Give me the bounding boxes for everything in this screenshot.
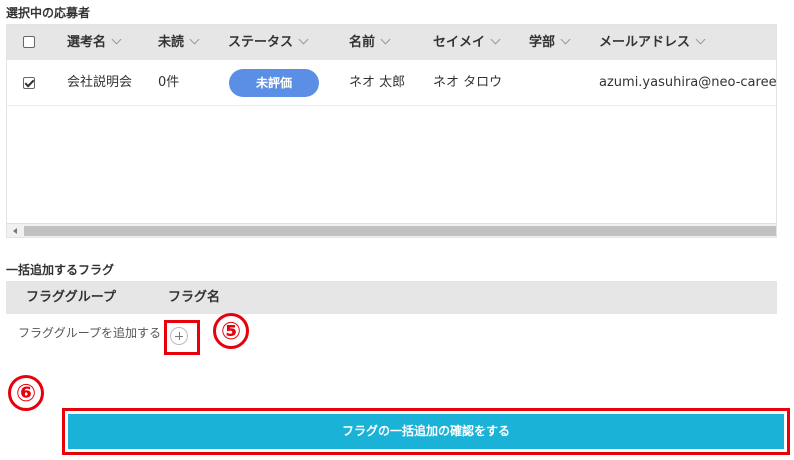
chevron-down-icon xyxy=(560,34,571,45)
cell-unread: 0件 xyxy=(158,75,180,90)
chevron-down-icon xyxy=(298,34,309,45)
chevron-down-icon xyxy=(695,34,706,45)
flags-table-header: フラググループ フラグ名 xyxy=(6,281,777,314)
cell-email: azumi.yasuhira@neo-career.co xyxy=(599,75,777,90)
horizontal-scrollbar[interactable] xyxy=(7,223,776,237)
column-header-kana[interactable]: セイメイ xyxy=(433,25,501,60)
applicants-table-header: 選考名 未読 ステータス 名前 セイメイ 学部 メールアドレス xyxy=(7,25,776,60)
chevron-down-icon xyxy=(490,34,501,45)
confirm-bulk-flag-button[interactable]: フラグの一括追加の確認をする xyxy=(68,414,784,449)
add-flag-group-plus-icon[interactable] xyxy=(170,327,188,345)
cell-selection: 会社説明会 xyxy=(67,75,133,90)
scroll-left-arrow-icon[interactable] xyxy=(7,224,22,237)
chevron-down-icon xyxy=(111,34,122,45)
column-header-flag-group: フラググループ xyxy=(26,290,116,305)
scrollbar-thumb[interactable] xyxy=(24,226,776,236)
column-header-flag-name: フラグ名 xyxy=(168,290,221,305)
highlight-box-confirm: フラグの一括追加の確認をする xyxy=(62,408,790,455)
cell-name: ネオ 太郎 xyxy=(349,75,406,90)
add-flag-group-label: フラググループを追加する xyxy=(18,326,162,340)
annotation-step-6: ⑥ xyxy=(8,375,44,411)
table-row: 会社説明会 0件 未評価 ネオ 太郎 ネオ タロウ azumi.yasuhira… xyxy=(7,60,776,106)
selected-applicants-title: 選択中の応募者 xyxy=(6,6,91,20)
row-checkbox[interactable] xyxy=(23,77,35,89)
column-header-email[interactable]: メールアドレス xyxy=(599,25,706,60)
column-header-name[interactable]: 名前 xyxy=(349,25,391,60)
annotation-step-5: ⑤ xyxy=(213,313,249,349)
applicants-table: 選考名 未読 ステータス 名前 セイメイ 学部 メールアドレス 会社説明会 0件… xyxy=(6,24,777,238)
column-header-status[interactable]: ステータス xyxy=(228,25,309,60)
column-header-selection[interactable]: 選考名 xyxy=(67,25,122,60)
status-badge[interactable]: 未評価 xyxy=(229,69,319,97)
cell-kana: ネオ タロウ xyxy=(433,75,503,90)
chevron-down-icon xyxy=(380,34,391,45)
chevron-down-icon xyxy=(189,34,200,45)
select-all-checkbox[interactable] xyxy=(23,36,35,48)
bulk-flags-title: 一括追加するフラグ xyxy=(6,263,115,277)
column-header-faculty[interactable]: 学部 xyxy=(529,25,571,60)
column-header-unread[interactable]: 未読 xyxy=(158,25,200,60)
